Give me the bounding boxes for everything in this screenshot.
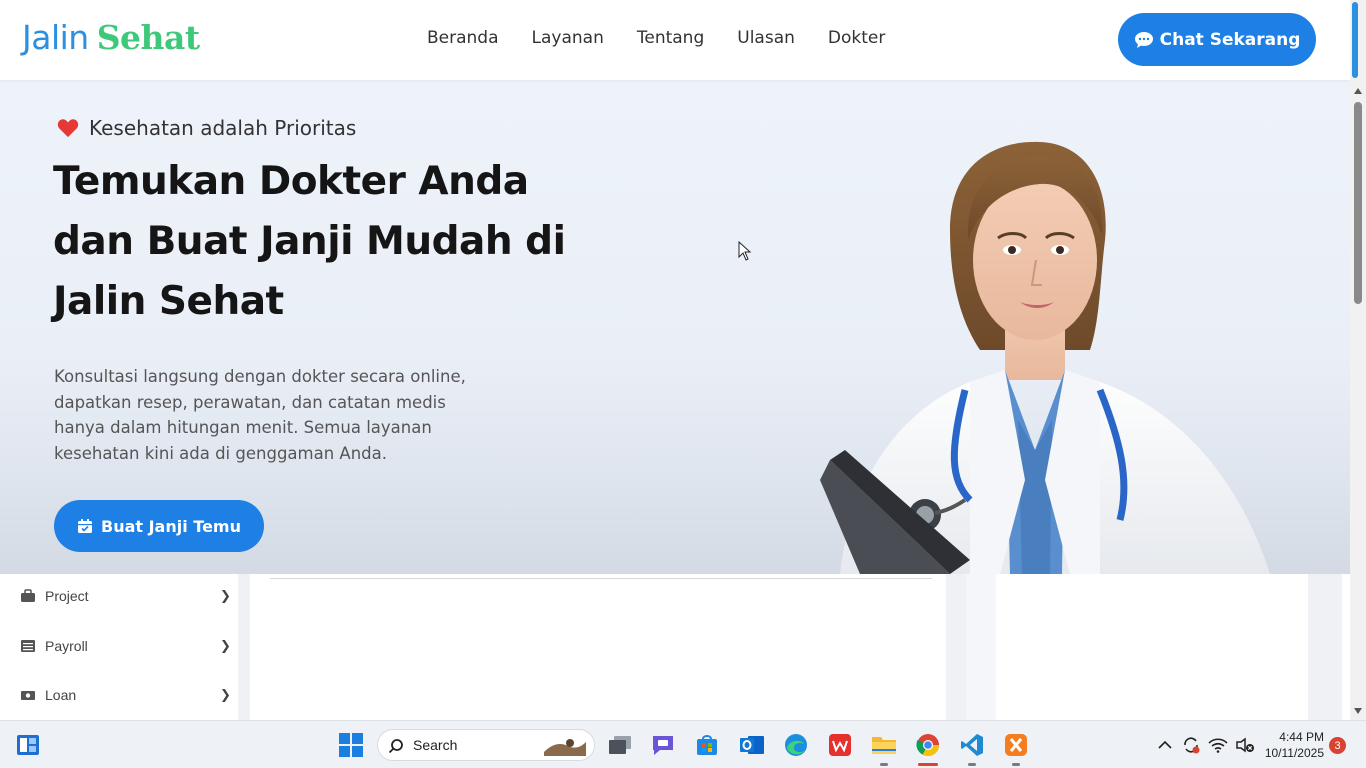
cash-icon [21,691,35,700]
taskbar-search-box[interactable]: Search [377,729,595,761]
app-sidebar: Project ❯ Payroll ❯ Loan ❯ [0,574,238,720]
logo-text-jalin: Jalin [22,18,89,57]
scroll-down-arrow-icon[interactable] [1354,708,1362,714]
right-content-panel [996,574,1308,720]
heart-icon [57,119,79,138]
layout-gutter [1308,574,1342,720]
chrome-browser-icon[interactable] [912,729,944,761]
hero-description-line: hanya dalam hitungan menit. Semua layana… [54,418,432,437]
xampp-icon[interactable] [1000,729,1032,761]
task-view-icon[interactable] [604,729,636,761]
page-scrollbar[interactable] [1350,0,1366,720]
notification-badge[interactable]: 3 [1329,737,1346,754]
nav-link-beranda[interactable]: Beranda [427,28,499,48]
taskbar-search-label: Search [413,737,458,753]
sidebar-item-label: Loan [45,687,77,703]
scrollbar-thumb[interactable] [1354,102,1362,304]
nav-link-ulasan[interactable]: Ulasan [737,28,795,48]
volume-muted-icon[interactable] [1232,729,1258,761]
outlook-icon[interactable] [736,729,768,761]
calendar-check-icon [78,519,92,533]
sidebar-item-project[interactable]: Project ❯ [0,576,238,616]
screen: Jalin Sehat Beranda Layanan Tentang Ulasa… [0,0,1366,768]
sidebar-item-loan[interactable]: Loan ❯ [0,675,238,715]
chat-app-icon[interactable] [647,729,679,761]
wifi-icon[interactable] [1205,729,1231,761]
windows-start-icon[interactable] [335,729,367,761]
sidebar-item-label: Payroll [45,638,88,654]
nav-link-tentang[interactable]: Tentang [637,28,704,48]
hero-description-line: kesehatan kini ada di genggaman Anda. [54,443,387,463]
hero-title-line: Temukan Dokter Anda [53,159,529,204]
nav-link-layanan[interactable]: Layanan [532,28,604,48]
panel-divider [270,578,932,579]
hero-tagline: Kesehatan adalah Prioritas [57,116,356,140]
briefcase-icon [21,589,35,602]
layout-gutter [238,574,250,720]
background-app: Project ❯ Payroll ❯ Loan ❯ [0,574,1350,720]
sync-status-icon[interactable] [1178,729,1204,761]
edge-browser-icon[interactable] [780,729,812,761]
widgets-icon[interactable] [12,729,44,761]
mouse-cursor-icon [738,241,752,261]
main-content-panel [250,574,946,720]
nav-link-dokter[interactable]: Dokter [828,28,885,48]
clock-time: 4:44 PM [1279,730,1324,744]
sidebar-item-payroll[interactable]: Payroll ❯ [0,626,238,666]
running-indicator [1012,763,1020,766]
book-appointment-label: Buat Janji Temu [101,516,241,536]
search-highlight-icon [544,739,586,756]
book-appointment-button[interactable]: Buat Janji Temu [54,500,264,552]
clock-date: 10/11/2025 [1264,746,1324,760]
panel-edge [966,574,996,720]
hero-description: Konsultasi langsung dengan dokter secara… [54,364,524,466]
hero-tagline-text: Kesehatan adalah Prioritas [89,116,357,140]
chat-now-button[interactable]: Chat Sekarang [1118,13,1316,66]
main-nav: Beranda Layanan Tentang Ulasan Dokter [427,28,918,48]
hero-title: Temukan Dokter Anda dan Buat Janji Mudah… [53,152,613,332]
running-indicator [880,763,888,766]
scroll-up-arrow-icon[interactable] [1354,88,1362,94]
running-indicator [968,763,976,766]
chevron-up-icon[interactable] [1152,729,1178,761]
file-explorer-icon[interactable] [868,729,900,761]
chat-bubble-icon [1134,31,1153,48]
active-app-indicator [918,763,938,766]
site-header: Jalin Sehat Beranda Layanan Tentang Ulasa… [0,0,1350,80]
list-icon [21,640,35,652]
chevron-right-icon: ❯ [220,638,231,654]
hero-title-line: dan Buat Janji Mudah di [53,219,566,264]
hero-description-line: Konsultasi langsung dengan dokter secara… [54,367,466,386]
taskbar: Search 4:44 PM 10/11/2025 3 [0,720,1366,768]
doctor-illustration [820,141,1270,574]
microsoft-store-icon[interactable] [691,729,723,761]
vscode-icon[interactable] [956,729,988,761]
hero-section: Kesehatan adalah Prioritas Temukan Dokte… [0,80,1356,574]
layout-gutter [946,574,966,720]
taskbar-clock[interactable]: 4:44 PM 10/11/2025 [1258,729,1324,761]
hero-description-line: dapatkan resep, perawatan, dan catatan m… [54,392,446,412]
scroll-indicator [1352,2,1358,78]
hero-title-line: Jalin Sehat [53,279,284,324]
chat-now-label: Chat Sekarang [1159,29,1301,50]
chevron-right-icon: ❯ [220,687,231,703]
chevron-right-icon: ❯ [220,588,231,604]
logo-text-sehat: Sehat [96,18,200,57]
site-logo[interactable]: Jalin Sehat [22,18,200,57]
sidebar-item-label: Project [45,588,89,604]
search-icon [388,739,403,754]
wps-office-icon[interactable] [824,729,856,761]
